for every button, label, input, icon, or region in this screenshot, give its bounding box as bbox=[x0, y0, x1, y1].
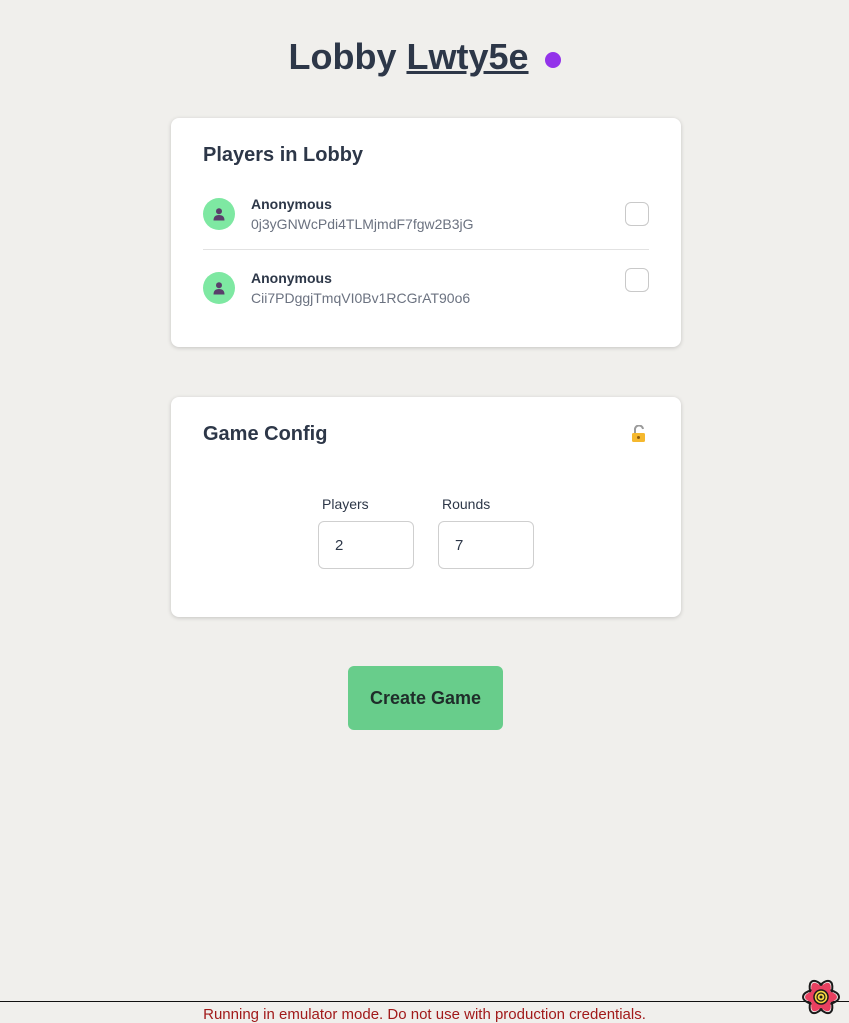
emulator-warning: Running in emulator mode. Do not use wit… bbox=[203, 1006, 646, 1023]
players-card-title: Players in Lobby bbox=[203, 144, 364, 166]
game-config-card: Game Config Players 2 Rounds 7 bbox=[171, 397, 681, 617]
lobby-page: Lobby Lwty5e Players in Lobby Anonymous … bbox=[0, 0, 849, 1023]
game-config-title: Game Config bbox=[203, 423, 328, 445]
player-id: 0j3yGNWcPdi4TLMjmdF7fgw2B3jG bbox=[251, 216, 474, 232]
emulator-atom-icon[interactable] bbox=[800, 976, 842, 1023]
lobby-title: Lobby bbox=[288, 36, 397, 77]
lobby-code-link[interactable]: Lwty5e bbox=[406, 36, 528, 78]
lobby-header: Lobby Lwty5e bbox=[0, 36, 849, 78]
unlocked-lock-icon[interactable] bbox=[631, 424, 647, 448]
footer-divider bbox=[0, 1001, 849, 1002]
players-card: Players in Lobby Anonymous 0j3yGNWcPdi4T… bbox=[171, 118, 681, 347]
rounds-count-input[interactable]: 7 bbox=[438, 521, 534, 569]
rounds-field-label: Rounds bbox=[442, 496, 491, 512]
player-name: Anonymous bbox=[251, 270, 332, 286]
player-row: Anonymous Cii7PDggjTmqVI0Bv1RCGrAT90o6 bbox=[203, 262, 649, 334]
status-dot bbox=[544, 52, 561, 68]
create-game-button[interactable]: Create Game bbox=[348, 666, 503, 730]
player-name: Anonymous bbox=[251, 196, 332, 212]
user-avatar-icon bbox=[203, 198, 235, 230]
player-ready-checkbox[interactable] bbox=[625, 268, 649, 292]
user-avatar-icon bbox=[203, 272, 235, 304]
players-field-label: Players bbox=[322, 496, 369, 512]
players-count-input[interactable]: 2 bbox=[318, 521, 414, 569]
player-id: Cii7PDggjTmqVI0Bv1RCGrAT90o6 bbox=[251, 290, 471, 306]
player-row: Anonymous 0j3yGNWcPdi4TLMjmdF7fgw2B3jG bbox=[203, 188, 649, 250]
player-ready-checkbox[interactable] bbox=[625, 202, 649, 226]
